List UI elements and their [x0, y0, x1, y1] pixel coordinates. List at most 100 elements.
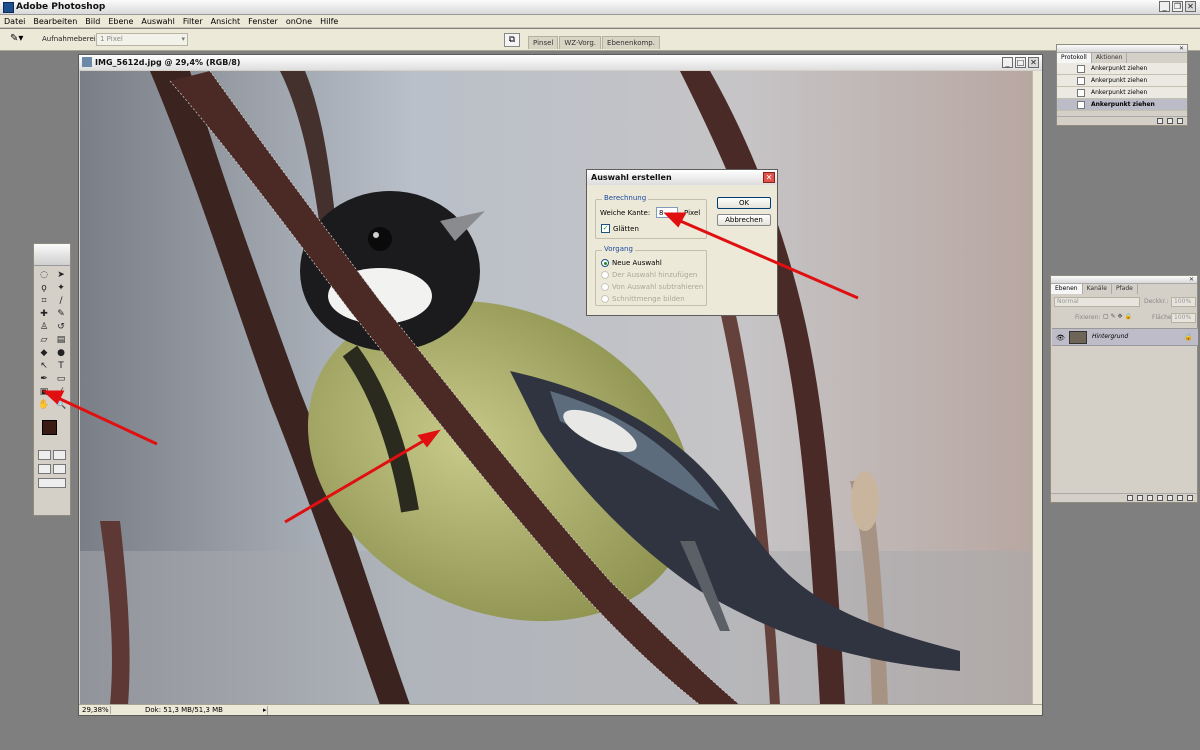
brush-tool-icon[interactable]: ✎ [53, 308, 69, 320]
menu-filter[interactable]: Filter [183, 15, 203, 27]
antialias-checkbox[interactable]: ✓ [601, 224, 610, 233]
history-step-icon [1077, 77, 1085, 85]
layer-style-icon[interactable] [1137, 495, 1143, 501]
adjustment-layer-icon[interactable] [1157, 495, 1163, 501]
eye-icon[interactable]: 👁 [1056, 334, 1065, 342]
foreground-color-swatch[interactable] [42, 420, 57, 435]
maximize-icon[interactable]: □ [1015, 57, 1026, 68]
mask-icon[interactable] [1147, 495, 1153, 501]
hand-tool-icon[interactable]: ✋ [36, 399, 52, 411]
image-canvas[interactable] [80, 71, 1032, 705]
pen-tool-icon[interactable]: ✒ [36, 373, 52, 385]
history-item[interactable]: Ankerpunkt ziehen [1057, 87, 1187, 99]
menu-bild[interactable]: Bild [85, 15, 100, 27]
jump-to-imageready-icon[interactable] [38, 478, 66, 488]
menu-bearbeiten[interactable]: Bearbeiten [33, 15, 77, 27]
history-brush-icon[interactable]: ↺ [53, 321, 69, 333]
notes-tool-icon[interactable]: ▣ [36, 386, 52, 398]
tab-ebenenkomp[interactable]: Ebenenkomp. [602, 36, 660, 49]
marquee-tool-icon[interactable]: ◌ [36, 269, 52, 281]
cancel-button[interactable]: Abbrechen [717, 214, 771, 226]
new-snapshot-icon[interactable] [1167, 118, 1173, 124]
tab-pfade[interactable]: Pfade [1112, 284, 1138, 294]
zoom-field[interactable]: 29,38% [79, 706, 111, 714]
quick-mask-icon[interactable] [53, 450, 66, 460]
link-icon[interactable] [1127, 495, 1133, 501]
close-icon[interactable]: ✕ [1185, 1, 1196, 12]
color-swatches [36, 416, 68, 446]
history-panel-header[interactable]: ✕ [1057, 45, 1187, 53]
imageready-row [34, 476, 70, 490]
tab-kanaele[interactable]: Kanäle [1083, 284, 1112, 294]
new-group-icon[interactable] [1167, 495, 1173, 501]
dialog-titlebar[interactable]: Auswahl erstellen ✕ [587, 170, 777, 185]
feather-input[interactable]: 8 [656, 207, 678, 218]
lasso-tool-icon[interactable]: ϙ [36, 282, 52, 294]
new-document-icon[interactable] [1157, 118, 1163, 124]
layer-row[interactable]: 👁 Hintergrund 🔒 [1052, 328, 1198, 346]
dodge-tool-icon[interactable]: ● [53, 347, 69, 359]
menu-datei[interactable]: Datei [4, 15, 25, 27]
menu-hilfe[interactable]: Hilfe [320, 15, 338, 27]
screen-mode-standard-icon[interactable] [38, 464, 51, 474]
layers-panel-header[interactable]: ✕ [1051, 276, 1197, 284]
mask-mode-row [34, 448, 70, 462]
palette-well-icon[interactable]: ⧉ [504, 33, 520, 47]
close-icon[interactable]: ✕ [1178, 45, 1185, 52]
opacity-field: 100% [1171, 297, 1196, 307]
minimize-icon[interactable]: _ [1002, 57, 1013, 68]
menu-ebene[interactable]: Ebene [108, 15, 133, 27]
standard-mode-icon[interactable] [38, 450, 51, 460]
tab-pinsel[interactable]: Pinsel [528, 36, 559, 49]
blur-tool-icon[interactable]: ◆ [36, 347, 52, 359]
history-item[interactable]: Ankerpunkt ziehen [1057, 75, 1187, 87]
history-item-current[interactable]: Ankerpunkt ziehen [1057, 99, 1187, 111]
ok-button[interactable]: OK [717, 197, 771, 209]
gradient-tool-icon[interactable]: ▤ [53, 334, 69, 346]
radio-new-selection[interactable] [601, 259, 609, 267]
zoom-tool-icon[interactable]: 🔍 [53, 399, 69, 411]
layers-panel-footer [1051, 493, 1197, 502]
type-tool-icon[interactable]: T [53, 360, 69, 372]
sample-size-value: 1 Pixel [100, 35, 123, 43]
document-info[interactable]: Dok: 51,3 MB/51,3 MB [111, 706, 263, 714]
trash-icon[interactable] [1177, 118, 1183, 124]
tab-wz-vorg[interactable]: WZ-Vorg. [559, 36, 602, 49]
trash-icon[interactable] [1187, 495, 1193, 501]
move-tool-icon[interactable]: ➤ [53, 269, 69, 281]
menu-ansicht[interactable]: Ansicht [211, 15, 241, 27]
eyedropper-icon[interactable]: ⁄ [53, 386, 69, 398]
history-item-label: Ankerpunkt ziehen [1091, 89, 1148, 96]
vertical-scrollbar[interactable] [1032, 71, 1042, 705]
document-titlebar[interactable]: IMG_5612d.jpg @ 29,4% (RGB/8) _ □ ✕ [79, 55, 1042, 70]
new-layer-icon[interactable] [1177, 495, 1183, 501]
tab-aktionen[interactable]: Aktionen [1092, 53, 1128, 63]
restore-icon[interactable]: ❐ [1172, 1, 1183, 12]
magic-wand-icon[interactable]: ✦ [53, 282, 69, 294]
tab-protokoll[interactable]: Protokoll [1057, 53, 1092, 63]
toolbox-header[interactable] [34, 244, 70, 266]
feather-unit: Pixel [684, 209, 701, 217]
radio-add-selection-label: Der Auswahl hinzufügen [612, 271, 698, 279]
menu-fenster[interactable]: Fenster [248, 15, 278, 27]
menu-auswahl[interactable]: Auswahl [141, 15, 174, 27]
close-icon[interactable]: ✕ [1028, 57, 1039, 68]
minimize-icon[interactable]: _ [1159, 1, 1170, 12]
clone-stamp-icon[interactable]: ♙ [36, 321, 52, 333]
eyedropper-tool-icon[interactable]: ✎▾ [10, 33, 32, 47]
menu-onone[interactable]: onOne [286, 15, 312, 27]
history-item[interactable]: Ankerpunkt ziehen [1057, 63, 1187, 75]
tab-ebenen[interactable]: Ebenen [1051, 284, 1083, 294]
path-selection-icon[interactable]: ↖ [36, 360, 52, 372]
crop-tool-icon[interactable]: ⌗ [36, 295, 52, 307]
eraser-tool-icon[interactable]: ▱ [36, 334, 52, 346]
close-icon[interactable]: ✕ [763, 172, 775, 183]
slice-tool-icon[interactable]: ∕ [53, 295, 69, 307]
healing-brush-icon[interactable]: ✚ [36, 308, 52, 320]
feather-dialog: Auswahl erstellen ✕ Berechnung Weiche Ka… [586, 169, 778, 316]
close-icon[interactable]: ✕ [1188, 276, 1195, 283]
screen-mode-full-icon[interactable] [53, 464, 66, 474]
horizontal-scrollbar[interactable] [266, 705, 1042, 715]
shape-tool-icon[interactable]: ▭ [53, 373, 69, 385]
sample-size-select[interactable]: 1 Pixel ▾ [96, 33, 188, 46]
